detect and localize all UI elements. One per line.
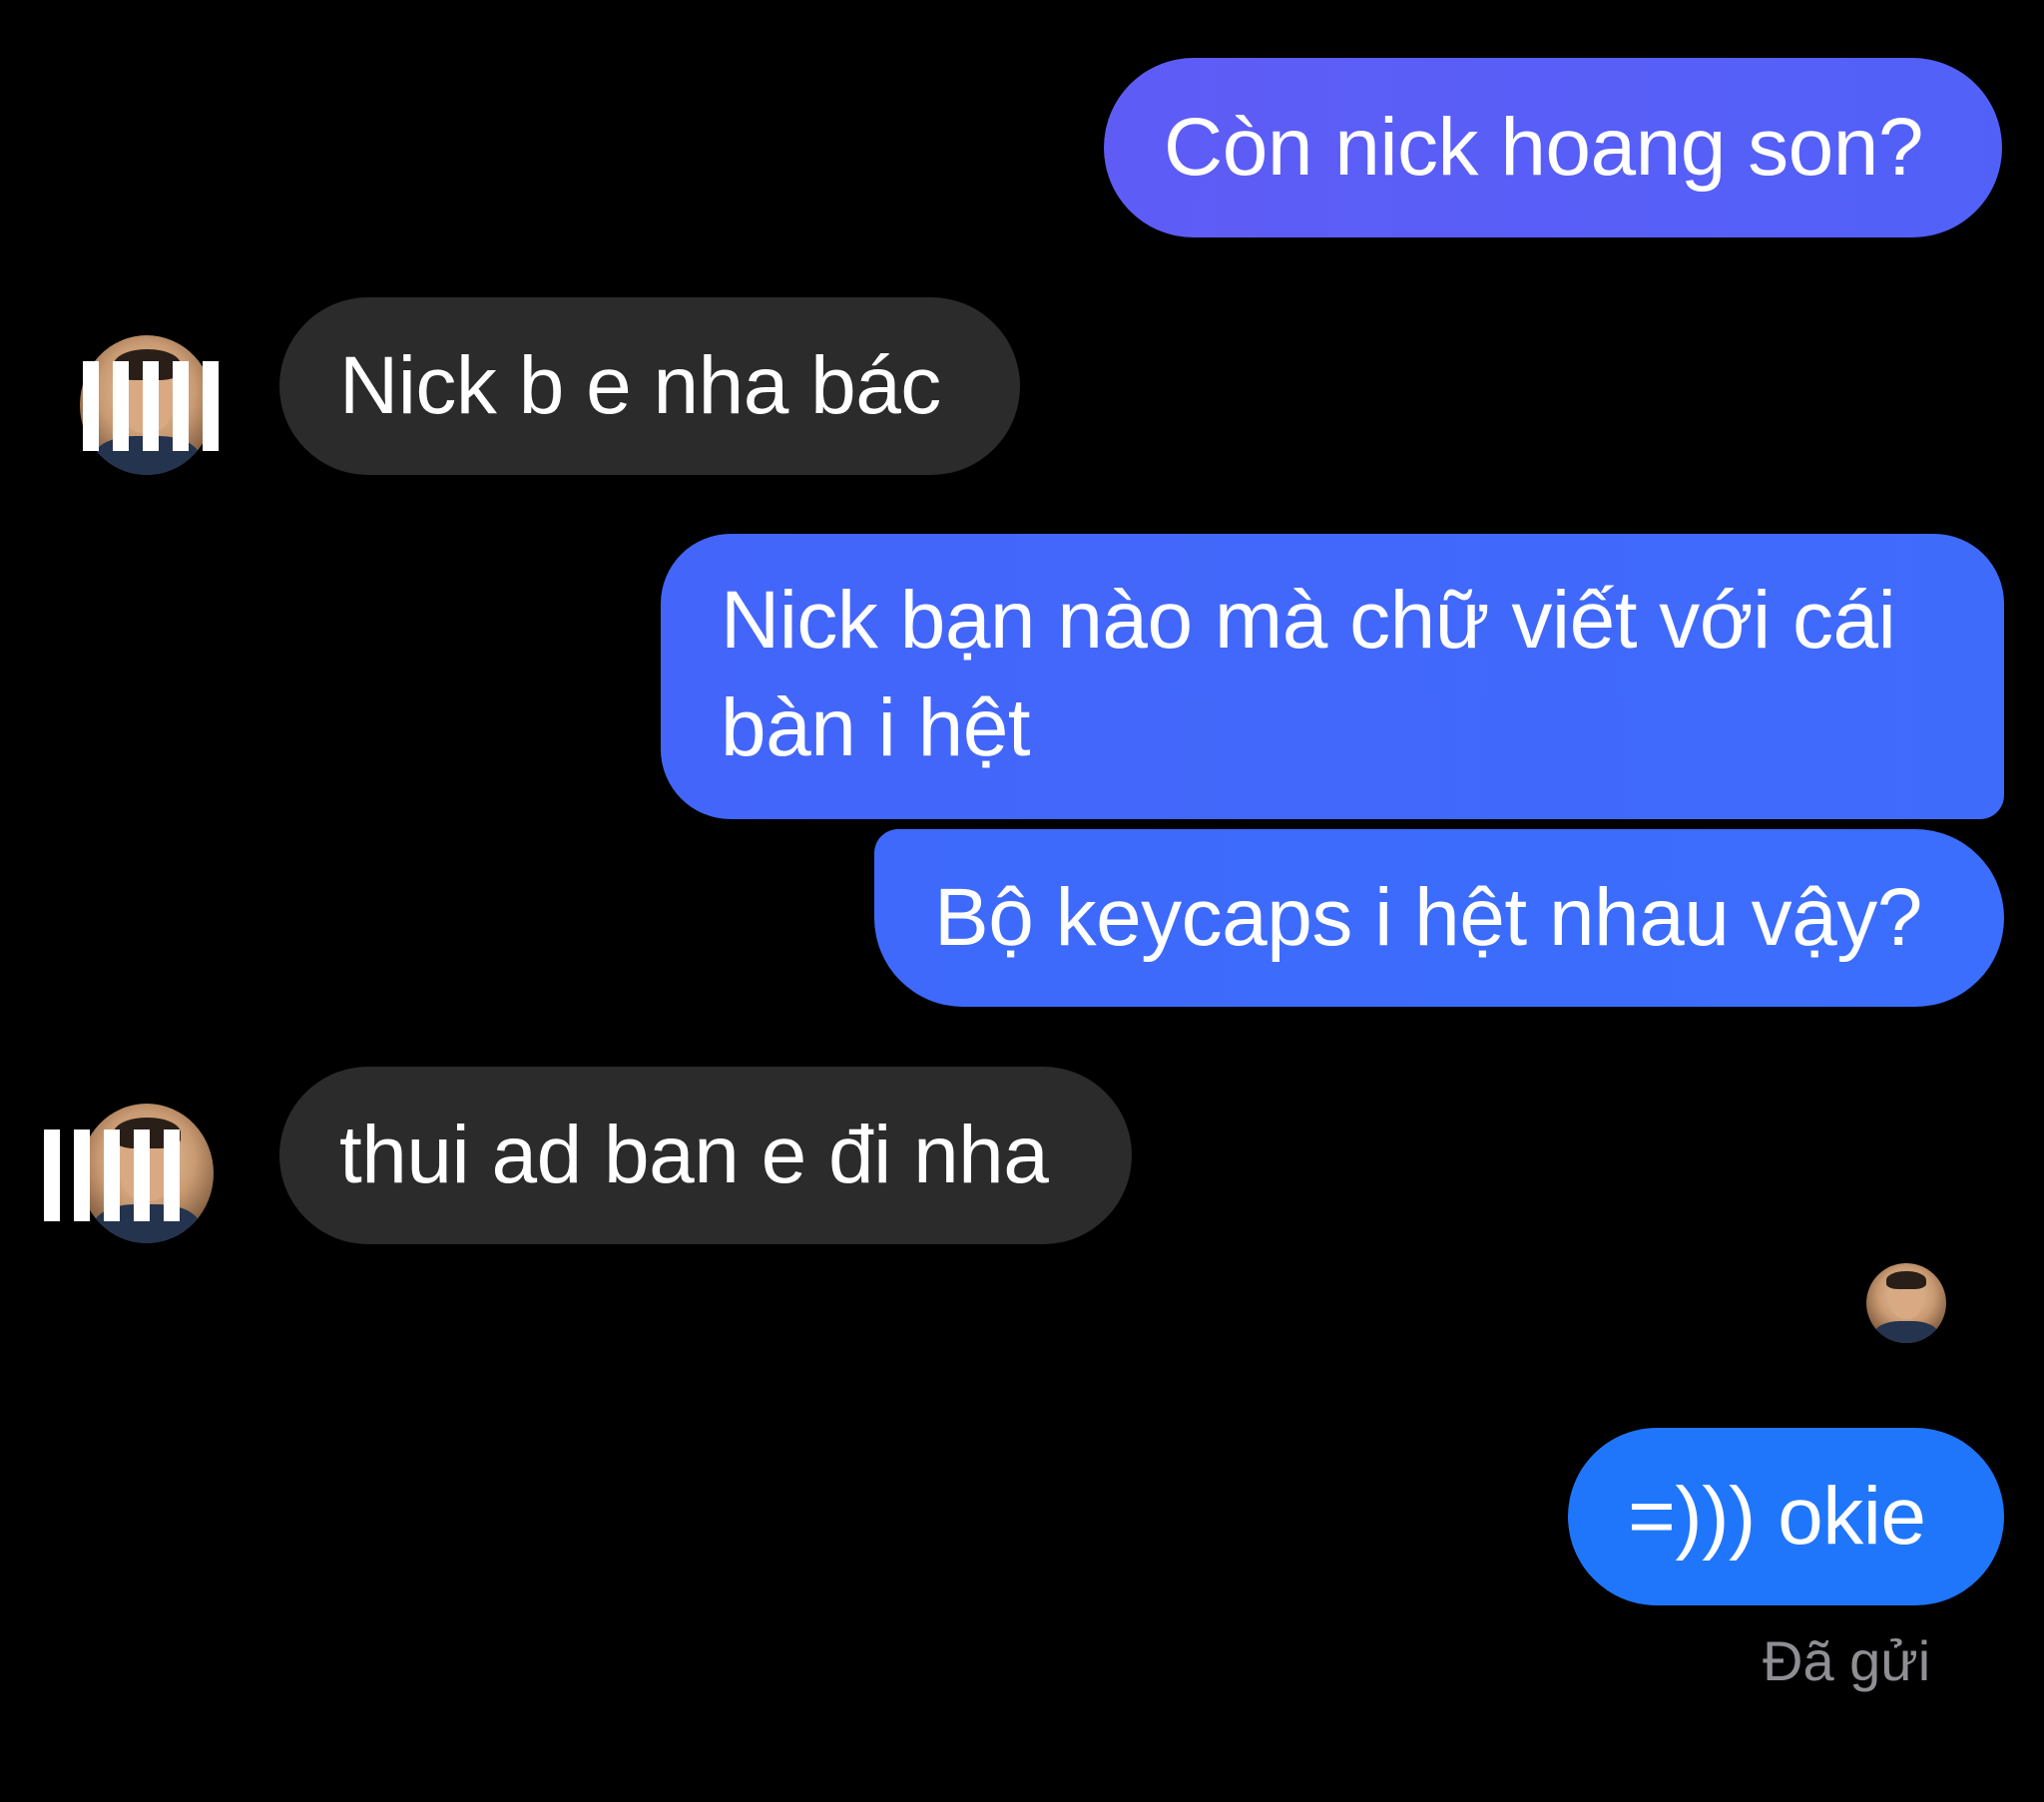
message-text: Còn nick hoang son? (1164, 102, 1923, 193)
message-bubble-received[interactable]: thui ad ban e đi nha (279, 1067, 1132, 1244)
message-bubble-sent[interactable]: =))) okie (1568, 1428, 2004, 1605)
message-bubble-sent[interactable]: Còn nick hoang son? (1104, 58, 2002, 237)
message-bubble-received[interactable]: Nick b e nha bác (279, 297, 1020, 475)
message-text: =))) okie (1628, 1471, 1926, 1562)
message-text-line: bàn i hệt (721, 682, 1031, 773)
redaction-bars (44, 1129, 180, 1221)
message-text: Bộ keycaps i hệt nhau vậy? (934, 872, 1922, 963)
seen-avatar-icon (1866, 1263, 1946, 1343)
delivery-status: Đã gửi (1763, 1629, 1931, 1692)
message-bubble-sent[interactable]: Nick bạn nào mà chữ viết với cái bàn i h… (661, 534, 2004, 819)
message-bubble-sent[interactable]: Bộ keycaps i hệt nhau vậy? (874, 829, 2004, 1007)
message-text: thui ad ban e đi nha (339, 1110, 1049, 1200)
message-text: Nick b e nha bác (339, 340, 941, 431)
message-text-line: Nick bạn nào mà chữ viết với cái (721, 575, 1896, 666)
redaction-bars (83, 361, 219, 451)
